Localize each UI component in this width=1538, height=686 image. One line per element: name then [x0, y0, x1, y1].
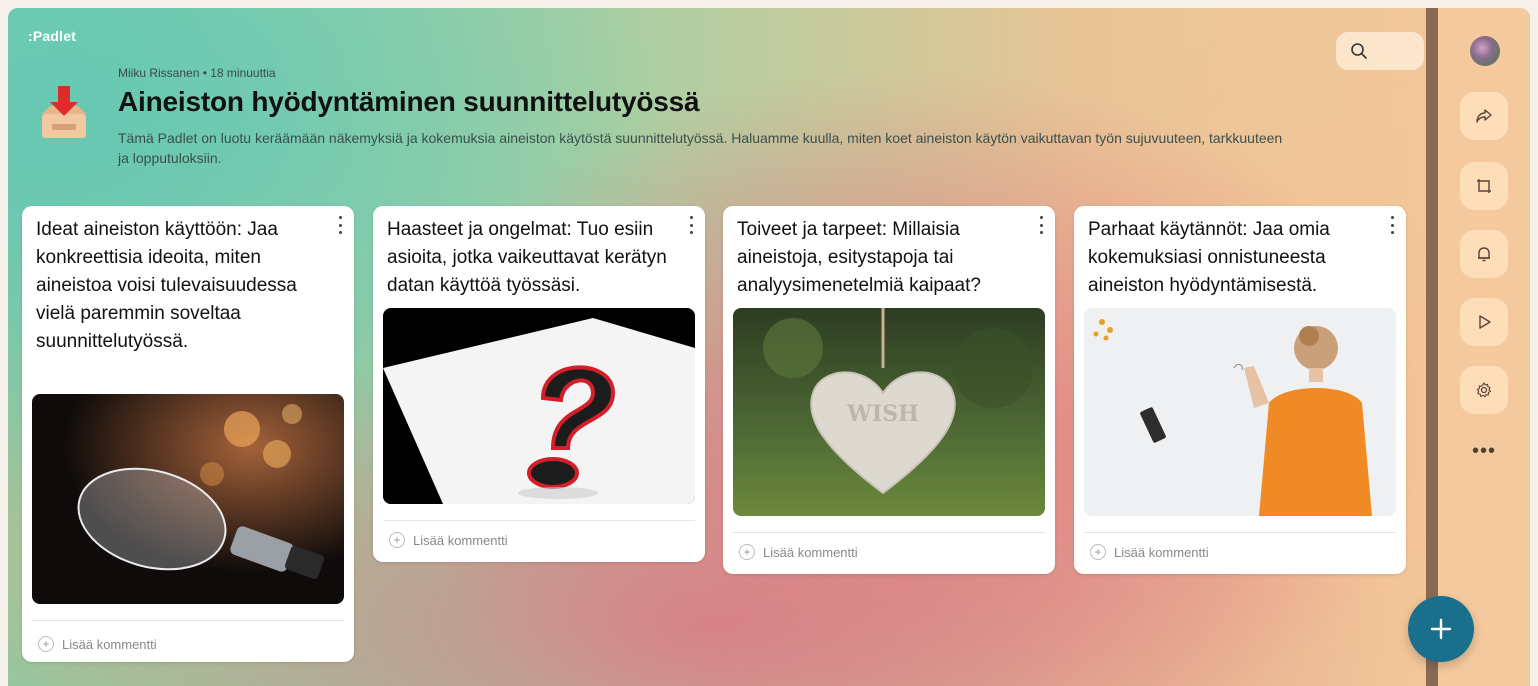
child-drawing-photo	[1084, 308, 1396, 516]
post-card[interactable]: Haasteet ja ongelmat: Tuo esiin asioita,…	[373, 206, 705, 562]
question-mark-photo	[383, 308, 695, 504]
scrollbar[interactable]	[1426, 8, 1438, 686]
post-menu-icon[interactable]	[334, 216, 346, 234]
remake-button[interactable]	[1460, 162, 1508, 210]
add-comment-button[interactable]: + Lisää kommentti	[739, 544, 858, 560]
wish-text: WISH	[846, 401, 919, 427]
add-comment-label: Lisää kommentti	[763, 544, 858, 560]
share-icon	[1476, 109, 1492, 123]
add-comment-button[interactable]: + Lisää kommentti	[1090, 544, 1209, 560]
padlet-board: :Padlet Miiku Rissanen • 18 minuuttia Ai…	[8, 8, 1530, 686]
post-menu-icon[interactable]	[1035, 216, 1047, 234]
notifications-button[interactable]	[1460, 230, 1508, 278]
gear-icon	[1476, 382, 1492, 398]
post-title: Toiveet ja tarpeet: Millaisia aineistoja…	[737, 219, 981, 296]
bell-icon	[1478, 247, 1490, 262]
page-description: Tämä Padlet on luotu keräämään näkemyksi…	[118, 130, 1283, 166]
plus-icon: +	[1090, 544, 1106, 560]
add-post-button[interactable]	[1408, 596, 1474, 662]
add-comment-button[interactable]: + Lisää kommentti	[38, 636, 157, 652]
share-button[interactable]	[1460, 92, 1508, 140]
avatar[interactable]	[1470, 36, 1500, 66]
padlet-logo[interactable]: :Padlet	[28, 28, 76, 44]
add-comment-label: Lisää kommentti	[1114, 544, 1209, 560]
post-card[interactable]: Parhaat käytännöt: Jaa omia kokemuksiasi…	[1074, 206, 1406, 574]
plus-icon: +	[389, 532, 405, 548]
plus-icon	[1430, 618, 1452, 640]
add-comment-button[interactable]: + Lisää kommentti	[389, 532, 508, 548]
post-menu-icon[interactable]	[685, 216, 697, 234]
plus-icon: +	[38, 636, 54, 652]
settings-button[interactable]	[1460, 366, 1508, 414]
wish-heart-photo: WISH	[733, 308, 1045, 516]
remake-icon	[1477, 179, 1491, 193]
page-title: Aineiston hyödyntäminen suunnittelutyöss…	[118, 86, 700, 117]
post-title: Haasteet ja ongelmat: Tuo esiin asioita,…	[387, 219, 667, 296]
add-comment-label: Lisää kommentti	[413, 532, 508, 548]
post-menu-icon[interactable]	[1386, 216, 1398, 234]
post-title: Parhaat käytännöt: Jaa omia kokemuksiasi…	[1088, 219, 1330, 296]
plus-icon: +	[739, 544, 755, 560]
author-meta: Miiku Rissanen • 18 minuuttia	[118, 66, 276, 80]
right-toolbar: •••	[1438, 8, 1530, 686]
slideshow-button[interactable]	[1460, 298, 1508, 346]
search-icon	[1351, 43, 1367, 59]
post-card[interactable]: Toiveet ja tarpeet: Millaisia aineistoja…	[723, 206, 1055, 574]
add-comment-label: Lisää kommentti	[62, 636, 157, 652]
inbox-download-icon	[38, 80, 90, 144]
post-title: Ideat aineiston käyttöön: Jaa konkreetti…	[36, 219, 297, 352]
search-button[interactable]	[1336, 32, 1424, 70]
play-icon	[1479, 315, 1491, 329]
lightbulb-photo	[32, 394, 344, 604]
more-icon[interactable]: •••	[1468, 440, 1500, 463]
post-card[interactable]: Ideat aineiston käyttöön: Jaa konkreetti…	[22, 206, 354, 662]
